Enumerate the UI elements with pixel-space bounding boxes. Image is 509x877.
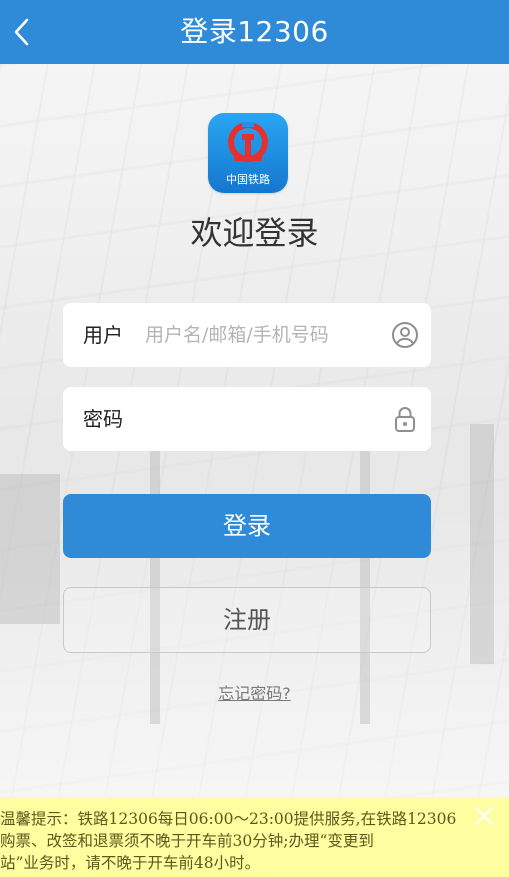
forgot-password-link[interactable]: 忘记密码? bbox=[0, 680, 509, 704]
notice-line: 站”业务时，请不晚于开车前48小时。 bbox=[0, 854, 261, 872]
welcome-heading: 欢迎登录 bbox=[190, 214, 319, 252]
china-railway-logo: 中国铁路 bbox=[208, 113, 288, 193]
notice-text: 温馨提示：铁路12306每日06:00～23:00提供服务,在铁路12306 购… bbox=[0, 808, 475, 874]
register-button[interactable]: 注册 bbox=[63, 587, 431, 653]
password-label: 密码 bbox=[83, 407, 123, 431]
background-pillar bbox=[470, 424, 494, 664]
lock-icon bbox=[395, 407, 415, 432]
close-icon[interactable] bbox=[473, 805, 495, 827]
password-input[interactable] bbox=[145, 399, 370, 439]
user-circle-icon bbox=[392, 322, 418, 348]
logo-caption: 中国铁路 bbox=[226, 173, 270, 186]
notice-line: 购票、改签和退票须不晚于开车前30分钟;办理“变更到 bbox=[0, 832, 374, 850]
username-field: 用户 bbox=[63, 303, 431, 367]
username-input[interactable] bbox=[145, 315, 370, 355]
password-field: 密码 bbox=[63, 387, 431, 451]
page-title: 登录12306 bbox=[180, 15, 329, 48]
background-pillar bbox=[0, 474, 60, 624]
top-bar: 登录12306 bbox=[0, 0, 509, 64]
railway-emblem-icon bbox=[228, 122, 268, 162]
notice-banner: 温馨提示：铁路12306每日06:00～23:00提供服务,在铁路12306 购… bbox=[0, 797, 509, 877]
notice-line: 温馨提示：铁路12306每日06:00～23:00提供服务,在铁路12306 bbox=[0, 810, 457, 828]
login-button[interactable]: 登录 bbox=[63, 494, 431, 558]
username-label: 用户 bbox=[83, 323, 123, 347]
